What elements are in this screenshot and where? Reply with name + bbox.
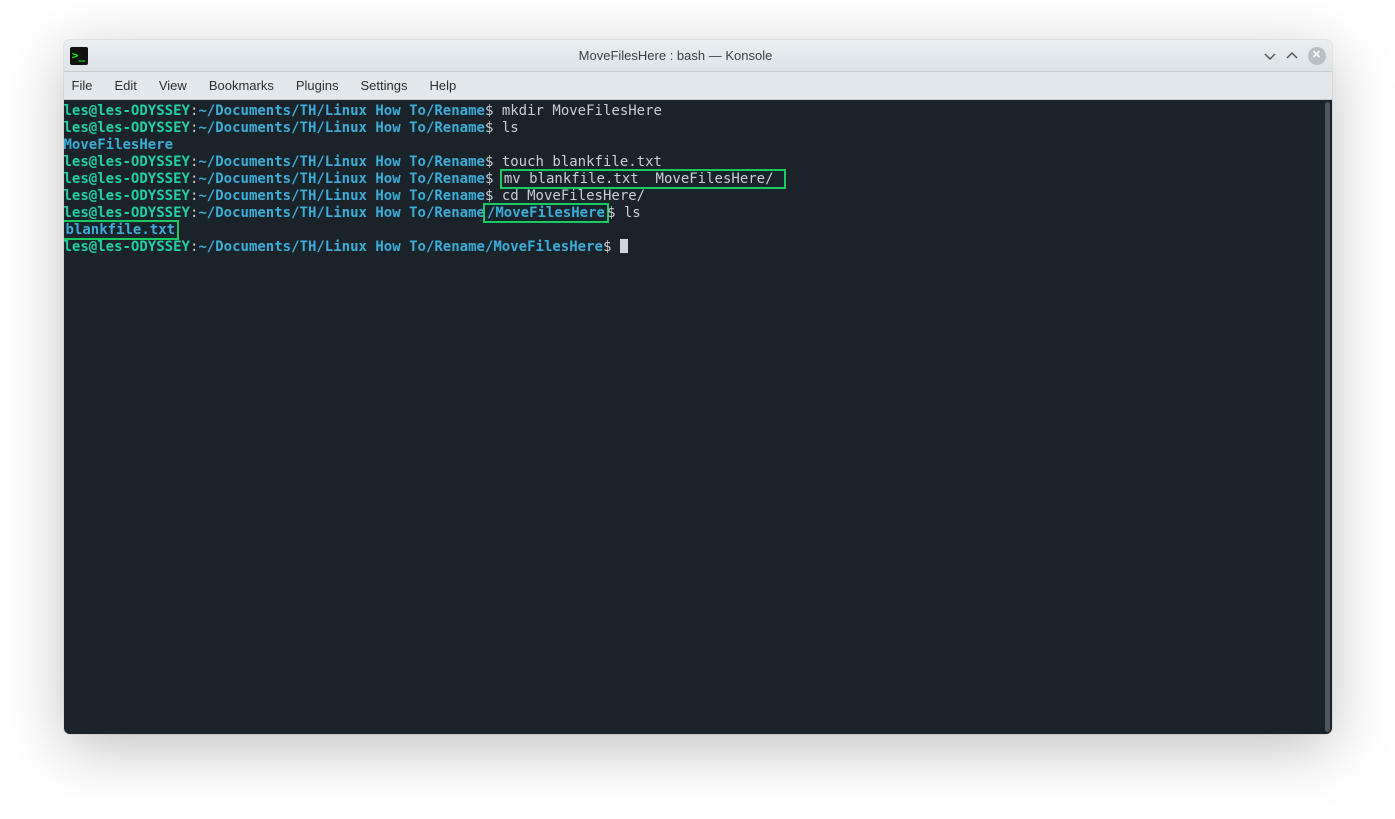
cmd-ls2: ls bbox=[624, 205, 641, 221]
highlight-path-mfh: /MoveFilesHere bbox=[483, 203, 609, 223]
prompt-user: les@les-ODYSSEY bbox=[64, 205, 190, 221]
menu-settings[interactable]: Settings bbox=[360, 78, 407, 93]
minimize-button[interactable] bbox=[1264, 50, 1276, 62]
app-icon: >_ bbox=[70, 47, 88, 65]
terminal[interactable]: les@les-ODYSSEY:~/Documents/TH/Linux How… bbox=[64, 100, 1332, 734]
prompt-user: les@les-ODYSSEY bbox=[64, 120, 190, 136]
maximize-button[interactable] bbox=[1286, 50, 1298, 62]
cmd-mkdir: mkdir MoveFilesHere bbox=[502, 103, 662, 119]
prompt-dollar: $ bbox=[485, 188, 502, 204]
prompt-path-mfh: /MoveFilesHere bbox=[485, 239, 603, 255]
cursor bbox=[620, 239, 628, 253]
menu-edit[interactable]: Edit bbox=[114, 78, 136, 93]
highlight-mv: mv blankfile.txt MoveFilesHere/ bbox=[500, 169, 786, 189]
window-controls: ✕ bbox=[1264, 47, 1326, 65]
cmd-touch: touch blankfile.txt bbox=[502, 154, 662, 170]
prompt-user: les@les-ODYSSEY bbox=[64, 239, 190, 255]
terminal-scrollbar[interactable] bbox=[1323, 100, 1330, 734]
output-dir: MoveFilesHere bbox=[64, 137, 174, 153]
menu-help[interactable]: Help bbox=[429, 78, 456, 93]
prompt-dollar: $ bbox=[603, 239, 620, 255]
cmd-mv: mv blankfile.txt MoveFilesHere/ bbox=[504, 171, 782, 187]
konsole-window: >_ MoveFilesHere : bash — Konsole ✕ File… bbox=[64, 40, 1332, 734]
menu-bookmarks[interactable]: Bookmarks bbox=[209, 78, 274, 93]
prompt-user: les@les-ODYSSEY bbox=[64, 188, 190, 204]
menu-view[interactable]: View bbox=[159, 78, 187, 93]
prompt-dollar: $ bbox=[485, 120, 502, 136]
highlight-output-file: blankfile.txt bbox=[64, 220, 180, 240]
menubar: File Edit View Bookmarks Plugins Setting… bbox=[64, 72, 1332, 100]
prompt-path: ~/Documents/TH/Linux How To/Rename bbox=[198, 154, 485, 170]
titlebar[interactable]: >_ MoveFilesHere : bash — Konsole ✕ bbox=[64, 40, 1332, 72]
prompt-dollar: $ bbox=[485, 154, 502, 170]
cmd-ls: ls bbox=[502, 120, 519, 136]
menu-plugins[interactable]: Plugins bbox=[296, 78, 339, 93]
cmd-cd: cd MoveFilesHere/ bbox=[502, 188, 645, 204]
prompt-path: ~/Documents/TH/Linux How To/Rename bbox=[198, 205, 485, 221]
prompt-path: ~/Documents/TH/Linux How To/Rename bbox=[198, 188, 485, 204]
prompt-user: les@les-ODYSSEY bbox=[64, 171, 190, 187]
prompt-path: ~/Documents/TH/Linux How To/Rename bbox=[198, 171, 485, 187]
prompt-dollar: $ bbox=[607, 205, 624, 221]
prompt-path-mfh: /MoveFilesHere bbox=[487, 205, 605, 221]
prompt-user: les@les-ODYSSEY bbox=[64, 154, 190, 170]
menu-file[interactable]: File bbox=[72, 78, 93, 93]
terminal-output: les@les-ODYSSEY:~/Documents/TH/Linux How… bbox=[64, 100, 1322, 256]
window-title: MoveFilesHere : bash — Konsole bbox=[96, 48, 1256, 63]
prompt-dollar: $ bbox=[485, 103, 502, 119]
close-button[interactable]: ✕ bbox=[1308, 47, 1326, 65]
prompt-path: ~/Documents/TH/Linux How To/Rename bbox=[198, 239, 485, 255]
output-file: blankfile.txt bbox=[66, 222, 176, 238]
prompt-path: ~/Documents/TH/Linux How To/Rename bbox=[198, 103, 485, 119]
prompt-path: ~/Documents/TH/Linux How To/Rename bbox=[198, 120, 485, 136]
prompt-user: les@les-ODYSSEY bbox=[64, 103, 190, 119]
